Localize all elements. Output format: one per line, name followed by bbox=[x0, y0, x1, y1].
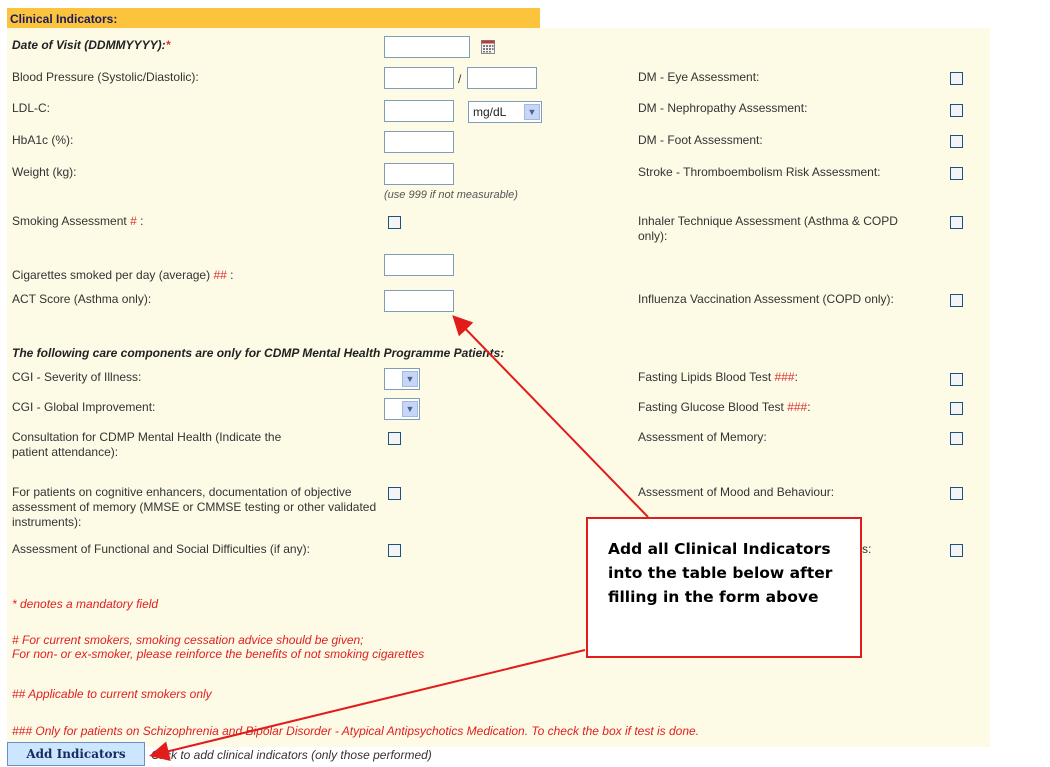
hba1c-input[interactable] bbox=[384, 131, 454, 153]
obscured-row-checkbox[interactable] bbox=[950, 544, 963, 557]
stroke-label: Stroke - Thromboembolism Risk Assessment… bbox=[638, 165, 881, 179]
fasting-lipids-label: Fasting Lipids Blood Test ###: bbox=[638, 370, 798, 384]
inhaler-label: Inhaler Technique Assessment (Asthma & C… bbox=[638, 214, 898, 243]
cgi-global-select[interactable]: ▼ bbox=[384, 398, 420, 420]
influenza-checkbox[interactable] bbox=[950, 294, 963, 307]
ldl-unit-value: mg/dL bbox=[473, 105, 507, 119]
smokers-note-2: For non- or ex-smoker, please reinforce … bbox=[12, 647, 425, 661]
act-input[interactable] bbox=[384, 290, 454, 312]
date-of-visit-input[interactable] bbox=[384, 36, 470, 58]
add-indicators-button[interactable]: Add Indicators bbox=[7, 742, 145, 766]
add-indicators-hint: Click to add clinical indicators (only t… bbox=[151, 748, 432, 762]
smoking-checkbox[interactable] bbox=[388, 216, 401, 229]
fasting-glucose-checkbox[interactable] bbox=[950, 402, 963, 415]
hba1c-label: HbA1c (%): bbox=[12, 133, 74, 147]
smoking-label: Smoking Assessment # : bbox=[12, 214, 144, 228]
mood-checkbox[interactable] bbox=[950, 487, 963, 500]
cigarettes-label: Cigarettes smoked per day (average) ## : bbox=[12, 268, 234, 282]
memory-label: Assessment of Memory: bbox=[638, 430, 767, 444]
dm-nephropathy-label: DM - Nephropathy Assessment: bbox=[638, 101, 808, 115]
cgi-severity-label: CGI - Severity of Illness: bbox=[12, 370, 142, 384]
consultation-label: Consultation for CDMP Mental Health (Ind… bbox=[12, 430, 282, 459]
functional-label: Assessment of Functional and Social Diff… bbox=[12, 542, 310, 556]
date-of-visit-label: Date of Visit (DDMMYYYY):* bbox=[12, 38, 171, 52]
fasting-glucose-label: Fasting Glucose Blood Test ###: bbox=[638, 400, 811, 414]
cognitive-label: For patients on cognitive enhancers, doc… bbox=[12, 485, 377, 529]
dm-foot-checkbox[interactable] bbox=[950, 135, 963, 148]
calendar-icon[interactable] bbox=[481, 40, 495, 54]
ldl-label: LDL-C: bbox=[12, 101, 51, 115]
dm-foot-label: DM - Foot Assessment: bbox=[638, 133, 763, 147]
cigarettes-input[interactable] bbox=[384, 254, 454, 276]
inhaler-checkbox[interactable] bbox=[950, 216, 963, 229]
memory-checkbox[interactable] bbox=[950, 432, 963, 445]
section-header: Clinical Indicators: bbox=[7, 8, 540, 28]
weight-label: Weight (kg): bbox=[12, 165, 77, 179]
mental-health-heading: The following care components are only f… bbox=[12, 346, 505, 360]
blood-pressure-label: Blood Pressure (Systolic/Diastolic): bbox=[12, 70, 199, 84]
ldl-unit-select[interactable]: mg/dL ▼ bbox=[468, 101, 542, 123]
schizophrenia-note: ### Only for patients on Schizophrenia a… bbox=[12, 724, 700, 738]
functional-checkbox[interactable] bbox=[388, 544, 401, 557]
ldl-input[interactable] bbox=[384, 100, 454, 122]
systolic-input[interactable] bbox=[384, 67, 454, 89]
smokers-note-1: # For current smokers, smoking cessation… bbox=[12, 633, 364, 647]
chevron-down-icon[interactable]: ▼ bbox=[524, 104, 540, 120]
chevron-down-icon[interactable]: ▼ bbox=[402, 371, 418, 387]
weight-input[interactable] bbox=[384, 163, 454, 185]
instruction-callout: Add all Clinical Indicators into the tab… bbox=[586, 517, 862, 658]
dm-eye-label: DM - Eye Assessment: bbox=[638, 70, 760, 84]
fasting-lipids-checkbox[interactable] bbox=[950, 373, 963, 386]
mood-label: Assessment of Mood and Behaviour: bbox=[638, 485, 835, 499]
weight-hint: (use 999 if not measurable) bbox=[384, 189, 518, 201]
current-smokers-note: ## Applicable to current smokers only bbox=[12, 687, 212, 701]
chevron-down-icon[interactable]: ▼ bbox=[402, 401, 418, 417]
cgi-global-label: CGI - Global Improvement: bbox=[12, 400, 156, 414]
consultation-checkbox[interactable] bbox=[388, 432, 401, 445]
stroke-checkbox[interactable] bbox=[950, 167, 963, 180]
act-label: ACT Score (Asthma only): bbox=[12, 292, 152, 306]
diastolic-input[interactable] bbox=[467, 67, 537, 89]
cgi-severity-select[interactable]: ▼ bbox=[384, 368, 420, 390]
influenza-label: Influenza Vaccination Assessment (COPD o… bbox=[638, 292, 894, 306]
dm-nephropathy-checkbox[interactable] bbox=[950, 104, 963, 117]
cognitive-checkbox[interactable] bbox=[388, 487, 401, 500]
mandatory-note: * denotes a mandatory field bbox=[12, 597, 159, 611]
bp-separator: / bbox=[458, 72, 462, 86]
obscured-label-tail: s: bbox=[862, 542, 872, 556]
dm-eye-checkbox[interactable] bbox=[950, 72, 963, 85]
